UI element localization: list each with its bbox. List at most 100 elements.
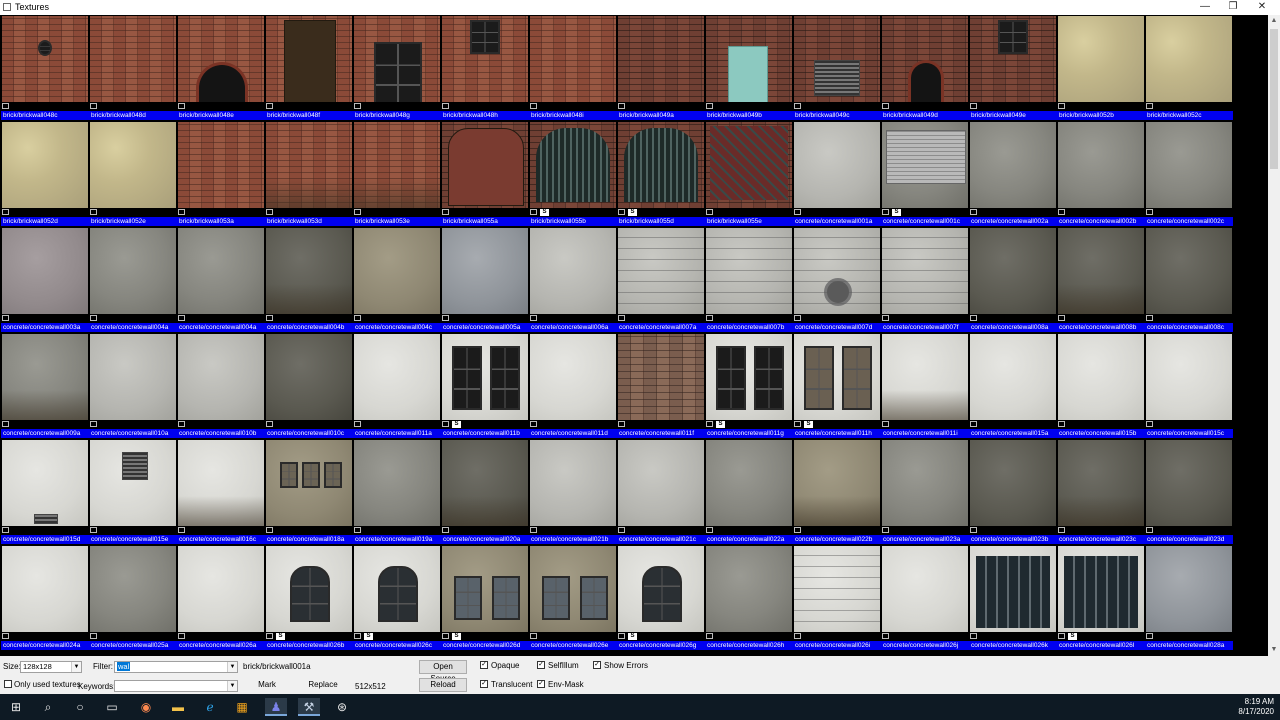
texture-thumbnail[interactable] [1058,440,1144,526]
texture-select-checkbox[interactable] [442,209,449,215]
texture-thumbnail[interactable] [618,334,704,420]
texture-tile[interactable]: concrete/concretewall004c [353,227,441,333]
texture-thumbnail[interactable] [706,228,792,314]
texture-tile[interactable]: Sconcrete/concretewall011g [705,333,793,439]
cortana-icon[interactable]: ○ [71,698,89,716]
texture-select-checkbox[interactable] [1146,103,1153,109]
texture-thumbnail[interactable] [90,334,176,420]
texture-tile[interactable]: brick/brickwall049a [617,15,705,121]
texture-tile[interactable]: brick/brickwall049d [881,15,969,121]
texture-select-checkbox[interactable] [2,633,9,639]
texture-tile[interactable]: concrete/concretewall018a [265,439,353,545]
texture-tile[interactable]: brick/brickwall052d [1,121,89,227]
texture-thumbnail[interactable] [178,546,264,632]
chevron-down-icon[interactable]: ▼ [71,662,81,672]
texture-tile[interactable]: brick/brickwall055e [705,121,793,227]
texture-select-checkbox[interactable] [442,527,449,533]
texture-tile[interactable]: Sconcrete/concretewall011h [793,333,881,439]
texture-thumbnail[interactable] [882,546,968,632]
texture-thumbnail[interactable] [618,228,704,314]
texture-thumbnail[interactable] [794,440,880,526]
texture-thumbnail[interactable] [1058,16,1144,102]
texture-select-checkbox[interactable] [354,527,361,533]
texture-tile[interactable]: concrete/concretewall008c [1145,227,1233,333]
texture-select-checkbox[interactable] [90,315,97,321]
texture-tile[interactable]: concrete/concretewall002b [1057,121,1145,227]
texture-select-checkbox[interactable] [266,527,273,533]
texture-tile[interactable]: concrete/concretewall002c [1145,121,1233,227]
texture-tile[interactable]: concrete/concretewall022b [793,439,881,545]
texture-select-checkbox[interactable] [794,315,801,321]
texture-thumbnail[interactable] [970,440,1056,526]
texture-tile[interactable]: brick/brickwall055a [441,121,529,227]
texture-select-checkbox[interactable] [530,209,537,215]
texture-thumbnail[interactable] [90,16,176,102]
texture-tile[interactable]: Sconcrete/concretewall011b [441,333,529,439]
size-select[interactable]: 128x128 ▼ [20,661,82,673]
texture-tile[interactable]: Sconcrete/concretewall001c [881,121,969,227]
texture-thumbnail[interactable] [618,546,704,632]
texture-tile[interactable]: Sconcrete/concretewall026b [265,545,353,651]
texture-select-checkbox[interactable] [530,633,537,639]
texture-thumbnail[interactable] [90,228,176,314]
texture-thumbnail[interactable] [2,546,88,632]
texture-tile[interactable]: brick/brickwall053e [353,121,441,227]
texture-thumbnail[interactable] [970,228,1056,314]
texture-thumbnail[interactable] [266,16,352,102]
maximize-icon[interactable]: ❐ [1226,1,1240,13]
texture-select-checkbox[interactable] [706,103,713,109]
texture-thumbnail[interactable] [354,334,440,420]
texture-thumbnail[interactable] [442,334,528,420]
texture-select-checkbox[interactable] [266,103,273,109]
texture-thumbnail[interactable] [794,228,880,314]
texture-tile[interactable]: concrete/concretewall011a [353,333,441,439]
texture-tile[interactable]: concrete/concretewall007d [793,227,881,333]
texture-thumbnail[interactable] [618,122,704,208]
texture-select-checkbox[interactable] [178,103,185,109]
texture-tile[interactable]: concrete/concretewall026k [969,545,1057,651]
texture-thumbnail[interactable] [442,228,528,314]
texture-select-checkbox[interactable] [1058,209,1065,215]
texture-thumbnail[interactable] [266,440,352,526]
texture-tile[interactable]: Sconcrete/concretewall026d [441,545,529,651]
texture-tile[interactable]: concrete/concretewall010c [265,333,353,439]
texture-thumbnail[interactable] [618,16,704,102]
texture-thumbnail[interactable] [354,546,440,632]
texture-tile[interactable]: concrete/concretewall004b [265,227,353,333]
hammer-editor-icon[interactable]: ⚒ [298,698,320,716]
texture-thumbnail[interactable] [706,546,792,632]
texture-thumbnail[interactable] [530,546,616,632]
texture-thumbnail[interactable] [794,122,880,208]
texture-tile[interactable]: concrete/concretewall022a [705,439,793,545]
browser-icon[interactable]: ◉ [137,698,155,716]
system-clock[interactable]: 8:19 AM 8/17/2020 [1238,697,1274,717]
texture-tile[interactable]: brick/brickwall053a [177,121,265,227]
texture-select-checkbox[interactable] [706,633,713,639]
texture-tile[interactable]: concrete/concretewall015b [1057,333,1145,439]
texture-tile[interactable]: concrete/concretewall021b [529,439,617,545]
texture-select-checkbox[interactable] [970,103,977,109]
texture-tile[interactable]: Sbrick/brickwall055d [617,121,705,227]
texture-select-checkbox[interactable] [706,209,713,215]
translucent-checkbox[interactable]: ✓ [480,680,488,688]
replace-button[interactable]: Replace [300,679,346,693]
only-used-textures-checkbox[interactable] [4,680,12,688]
texture-select-checkbox[interactable] [618,421,625,427]
texture-tile[interactable]: brick/brickwall052b [1057,15,1145,121]
texture-thumbnail[interactable] [1058,546,1144,632]
texture-select-checkbox[interactable] [970,315,977,321]
texture-select-checkbox[interactable] [266,209,273,215]
texture-thumbnail[interactable] [90,546,176,632]
texture-select-checkbox[interactable] [882,103,889,109]
texture-thumbnail[interactable] [442,546,528,632]
texture-tile[interactable]: concrete/concretewall023b [969,439,1057,545]
texture-tile[interactable]: concrete/concretewall026e [529,545,617,651]
texture-thumbnail[interactable] [178,334,264,420]
texture-thumbnail[interactable] [970,122,1056,208]
file-explorer-icon[interactable]: ▬ [169,698,187,716]
texture-thumbnail[interactable] [970,334,1056,420]
texture-thumbnail[interactable] [266,334,352,420]
texture-select-checkbox[interactable] [2,315,9,321]
texture-select-checkbox[interactable] [794,633,801,639]
texture-select-checkbox[interactable] [530,103,537,109]
